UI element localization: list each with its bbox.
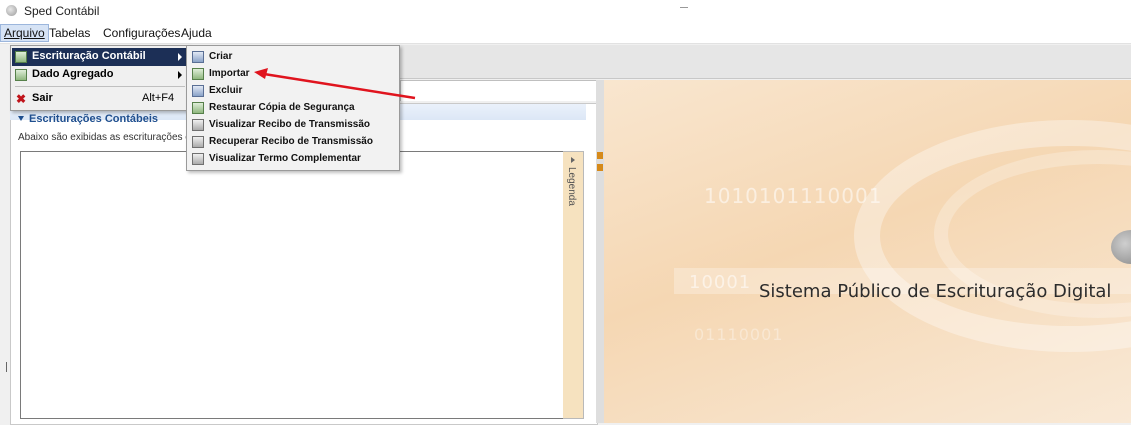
panel-tab[interactable] <box>400 80 598 101</box>
restore-icon <box>192 102 204 114</box>
app-icon <box>6 5 17 16</box>
submenu-item-importar[interactable]: Importar <box>188 66 398 83</box>
data-icon <box>15 69 27 81</box>
submenu-item-visualizar-termo[interactable]: Visualizar Termo Complementar <box>188 151 398 168</box>
banner-binary: 01110001 <box>694 325 784 344</box>
section-description: Abaixo são exibidas as escriturações co <box>18 132 196 143</box>
menu-item-sair[interactable]: ✖ Sair Alt+F4 <box>12 90 188 108</box>
section-title[interactable]: Escriturações Contábeis <box>18 113 158 125</box>
escrituracoes-list[interactable] <box>20 151 565 419</box>
submenu-item-excluir[interactable]: Excluir <box>188 83 398 100</box>
minimize-mark <box>680 7 688 8</box>
menu-ajuda[interactable]: Ajuda <box>181 26 212 40</box>
submenu-item-criar[interactable]: Criar <box>188 49 398 66</box>
import-icon <box>192 68 204 80</box>
side-marker <box>6 362 7 372</box>
menu-arquivo[interactable]: Arquivo <box>0 24 49 42</box>
banner-title: Sistema Público de Escrituração Digital <box>759 281 1112 302</box>
receipt-icon <box>192 136 204 148</box>
receipt-icon <box>192 153 204 165</box>
menu-tabelas[interactable]: Tabelas <box>49 26 90 40</box>
submenu-item-recuperar-recibo[interactable]: Recuperar Recibo de Transmissão <box>188 134 398 151</box>
close-icon: ✖ <box>15 92 27 106</box>
receipt-icon <box>192 119 204 131</box>
submenu-item-restaurar[interactable]: Restaurar Cópia de Segurança <box>188 100 398 117</box>
toolbar-area <box>400 45 1131 79</box>
menu-bar: Arquivo Tabelas Configurações Ajuda <box>0 22 1131 44</box>
title-bar: Sped Contábil <box>0 0 1131 22</box>
banner-binary: 1010101110001 <box>704 184 883 208</box>
sped-banner: 1010101110001 10001 01110001 Sistema Púb… <box>604 80 1131 423</box>
submenu-arrow-icon <box>178 53 182 61</box>
menu-item-escrituracao-contabil[interactable]: Escrituração Contábil <box>12 48 188 66</box>
menu-separator <box>15 86 185 87</box>
splitter[interactable] <box>596 80 604 423</box>
book-icon <box>15 51 27 63</box>
escrituracao-submenu: Criar Importar Excluir Restaurar Cópia d… <box>186 45 400 171</box>
window-title: Sped Contábil <box>24 4 100 18</box>
submenu-item-visualizar-recibo[interactable]: Visualizar Recibo de Transmissão <box>188 117 398 134</box>
create-icon <box>192 51 204 63</box>
legend-label[interactable]: Legenda <box>566 167 577 206</box>
collapse-right-icon[interactable] <box>597 164 603 171</box>
collapse-icon <box>18 116 24 121</box>
menu-item-dado-agregado[interactable]: Dado Agregado <box>12 66 188 84</box>
collapse-left-icon[interactable] <box>597 152 603 159</box>
submenu-arrow-icon <box>178 71 182 79</box>
arquivo-menu: Escrituração Contábil Dado Agregado ✖ Sa… <box>10 45 190 111</box>
delete-icon <box>192 85 204 97</box>
legend-expand-icon[interactable] <box>571 157 575 163</box>
menu-configuracoes[interactable]: Configurações <box>103 26 180 40</box>
shortcut-label: Alt+F4 <box>142 92 175 104</box>
banner-binary: 10001 <box>689 272 752 293</box>
